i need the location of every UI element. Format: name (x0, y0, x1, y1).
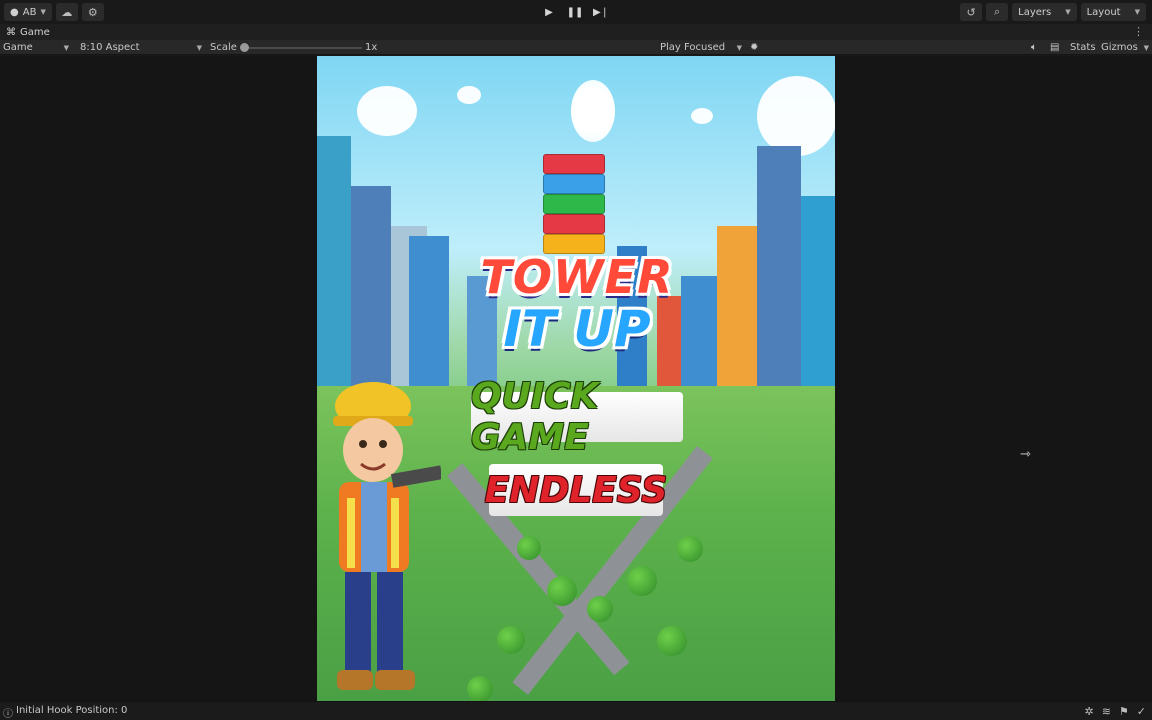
gizmos-dropdown[interactable]: Gizmos ▼ (1101, 40, 1149, 55)
chevron-down-icon: ▼ (63, 43, 69, 52)
step-icon: ▶❘ (592, 6, 610, 18)
chevron-down-icon: ▼ (40, 8, 46, 16)
status-message[interactable]: Initial Hook Position: 0 (16, 705, 127, 716)
more-options-icon[interactable]: ⋮ (1133, 25, 1144, 38)
history-icon: ↺ (966, 5, 976, 19)
cloud-icon: ☁ (61, 5, 73, 19)
gear-icon: ⚙ (87, 5, 98, 19)
aspect-dropdown[interactable]: 8:10 Aspect ▼ (80, 40, 202, 55)
scale-value: 1x (365, 42, 378, 53)
worker-character-illustration (333, 382, 441, 690)
layout-dropdown[interactable]: Layout ▼ (1080, 3, 1146, 21)
layout-label: Layout (1086, 6, 1121, 18)
aspect-label: 8:10 Aspect (80, 42, 140, 53)
stats-button[interactable]: Stats (1070, 40, 1096, 55)
game-logo: TOWER IT UP (457, 252, 697, 356)
check-circle-icon[interactable]: ✓ (1137, 705, 1146, 718)
chevron-down-icon: ▼ (736, 43, 742, 52)
play-icon: ▶ (545, 6, 553, 18)
cloud-button[interactable]: ☁ (55, 3, 78, 21)
block-tower-illustration (543, 154, 605, 254)
layers-label: Layers (1018, 6, 1052, 18)
display-label: Game (3, 42, 33, 53)
gizmos-label: Gizmos (1101, 42, 1138, 53)
main-toolbar: ● AB ▼ ☁ ⚙ ▶ ❚❚ ▶❘ ↺ ⌕ Layers ▼ Layout ▼ (0, 0, 1152, 24)
account-icon: ● (10, 6, 19, 18)
logo-line-2: IT UP (503, 300, 651, 358)
playback-controls: ▶ ❚❚ ▶❘ (537, 3, 613, 21)
chevron-down-icon: ▼ (196, 43, 202, 52)
step-button[interactable]: ▶❘ (589, 3, 613, 21)
mouse-cursor-icon: ⇾ (1020, 447, 1031, 462)
pause-button[interactable]: ❚❚ (563, 3, 587, 21)
game-view-bar: Game ▼ 8:10 Aspect ▼ Scale 1x Play Focus… (0, 40, 1152, 55)
settings-button[interactable]: ⚙ (81, 3, 104, 21)
chevron-down-icon: ▼ (1143, 43, 1149, 52)
play-mode-label: Play Focused (660, 42, 726, 53)
audio-icon[interactable]: 🔈︎ (1031, 40, 1037, 55)
chevron-down-icon: ▼ (1134, 8, 1140, 16)
status-bar: ⓘ Initial Hook Position: 0 ✲ ≋ ⚑ ✓ (0, 701, 1152, 720)
tab-game-label: Game (20, 26, 50, 38)
display-dropdown[interactable]: Game ▼ (3, 40, 69, 55)
toolbar-left: ● AB ▼ ☁ ⚙ (4, 3, 104, 21)
endless-button[interactable]: ENDLESS (485, 464, 667, 516)
logo-line-1: TOWER (480, 250, 674, 304)
debug-icon[interactable]: ⚑ (1119, 705, 1129, 718)
toolbar-right: ↺ ⌕ Layers ▼ Layout ▼ (960, 3, 1146, 21)
history-button[interactable]: ↺ (960, 3, 983, 21)
gamepad-icon: ⌘ (6, 26, 16, 38)
grid-icon[interactable]: ▤ (1050, 40, 1059, 55)
tab-game[interactable]: ⌘ Game (0, 24, 56, 40)
status-bar-icons: ✲ ≋ ⚑ ✓ (1084, 705, 1146, 718)
play-mode-dropdown[interactable]: Play Focused ▼ (660, 40, 742, 55)
bug-icon[interactable]: ✲ (1084, 705, 1093, 718)
pause-icon: ❚❚ (566, 6, 584, 18)
game-screen: TOWER IT UP QUICK GAME ENDLESS (317, 56, 835, 701)
quick-game-button[interactable]: QUICK GAME (471, 376, 683, 458)
account-label: AB (22, 6, 37, 18)
search-icon: ⌕ (994, 5, 1001, 18)
tab-strip: ⌘ Game ⋮ (0, 24, 1152, 40)
scale-label: Scale (210, 42, 237, 53)
search-button[interactable]: ⌕ (986, 3, 1009, 21)
game-viewport: TOWER IT UP QUICK GAME ENDLESS ⇾ (0, 56, 1152, 701)
scale-slider-handle[interactable] (240, 43, 249, 52)
layers-dropdown[interactable]: Layers ▼ (1012, 3, 1077, 21)
sun-toggle-icon[interactable]: ✹ (750, 40, 758, 55)
info-icon: ⓘ (3, 709, 13, 720)
scale-slider-track[interactable] (244, 47, 362, 49)
play-button[interactable]: ▶ (537, 3, 561, 21)
chevron-down-icon: ▼ (1065, 8, 1071, 16)
account-dropdown[interactable]: ● AB ▼ (4, 3, 52, 21)
layers-stack-icon[interactable]: ≋ (1102, 705, 1111, 718)
